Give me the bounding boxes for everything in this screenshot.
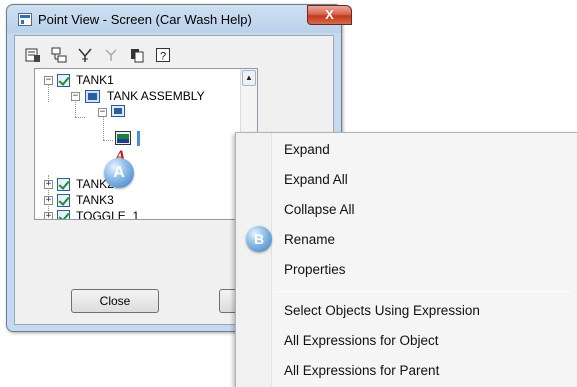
tree-node-tank-assembly[interactable]: − TANK ASSEMBLY [70,89,240,105]
tree-node-tank3[interactable]: + TANK3 [43,193,163,209]
tree-node-tank1[interactable]: − TANK1 [43,73,163,89]
tree-node-toggle1[interactable]: + TOGGLE_1 [43,209,163,220]
scroll-up-button[interactable]: ▲ [242,70,256,86]
filter-icon[interactable] [75,46,95,64]
expand-toggle[interactable]: + [44,180,53,189]
screen-object-icon [115,131,131,145]
menu-item-all-expressions-for-object[interactable]: All Expressions for Object [284,331,439,351]
tank1-checkbox[interactable] [57,74,70,87]
menu-item-expand[interactable]: Expand [284,140,330,160]
point-tree-view[interactable]: − TANK1 − TANK ASSEMBLY − A + TANK2 + TA… [34,68,258,220]
menu-item-all-expressions-for-parent[interactable]: All Expressions for Parent [284,361,439,381]
window-title: Point View - Screen (Car Wash Help) [38,12,252,27]
copy-icon[interactable] [127,46,147,64]
expand-toggle[interactable]: + [44,196,53,205]
tree-node-screen-object[interactable] [115,131,175,147]
callout-b: B [246,226,272,252]
window-close-button[interactable]: X [307,5,352,25]
selection-cursor [137,131,140,146]
collapse-toggle[interactable]: − [98,108,107,117]
disconnect-icon[interactable] [101,46,121,64]
tree-node-label: TANK ASSEMBLY [107,89,205,103]
group-icon [111,105,125,117]
tank2-checkbox[interactable] [57,178,70,191]
assembly-icon [85,90,100,103]
properties-icon[interactable] [23,46,43,64]
tree-node-label: TANK3 [76,193,114,207]
window-app-icon [18,13,32,26]
menu-separator [276,291,571,292]
tank3-checkbox[interactable] [57,194,70,207]
close-button[interactable]: Close [71,289,159,313]
menu-item-expand-all[interactable]: Expand All [284,170,348,190]
collapse-toggle[interactable]: − [71,92,80,101]
hierarchy-icon[interactable] [49,46,69,64]
tree-node-label: TANK1 [76,73,114,87]
title-bar[interactable]: Point View - Screen (Car Wash Help) [7,5,341,35]
toggle1-checkbox[interactable] [57,210,70,219]
callout-a: A [104,158,134,188]
menu-item-properties[interactable]: Properties [284,260,346,280]
menu-item-select-objects-using-expression[interactable]: Select Objects Using Expression [284,301,480,321]
menu-item-rename[interactable]: Rename [284,230,335,250]
help-glyph: ? [160,51,166,63]
tree-node-group[interactable]: − [97,105,137,121]
menu-gutter [236,133,272,387]
menu-item-collapse-all[interactable]: Collapse All [284,200,355,220]
tree-node-label: TOGGLE_1 [76,209,140,220]
expand-toggle[interactable]: + [44,212,53,219]
tree-node-tank2[interactable]: + TANK2 [43,177,163,193]
toolbar: ? [23,46,173,66]
collapse-toggle[interactable]: − [44,76,53,85]
context-menu: Expand Expand All Collapse All Rename Pr… [235,132,577,387]
help-icon[interactable]: ? [153,46,173,64]
